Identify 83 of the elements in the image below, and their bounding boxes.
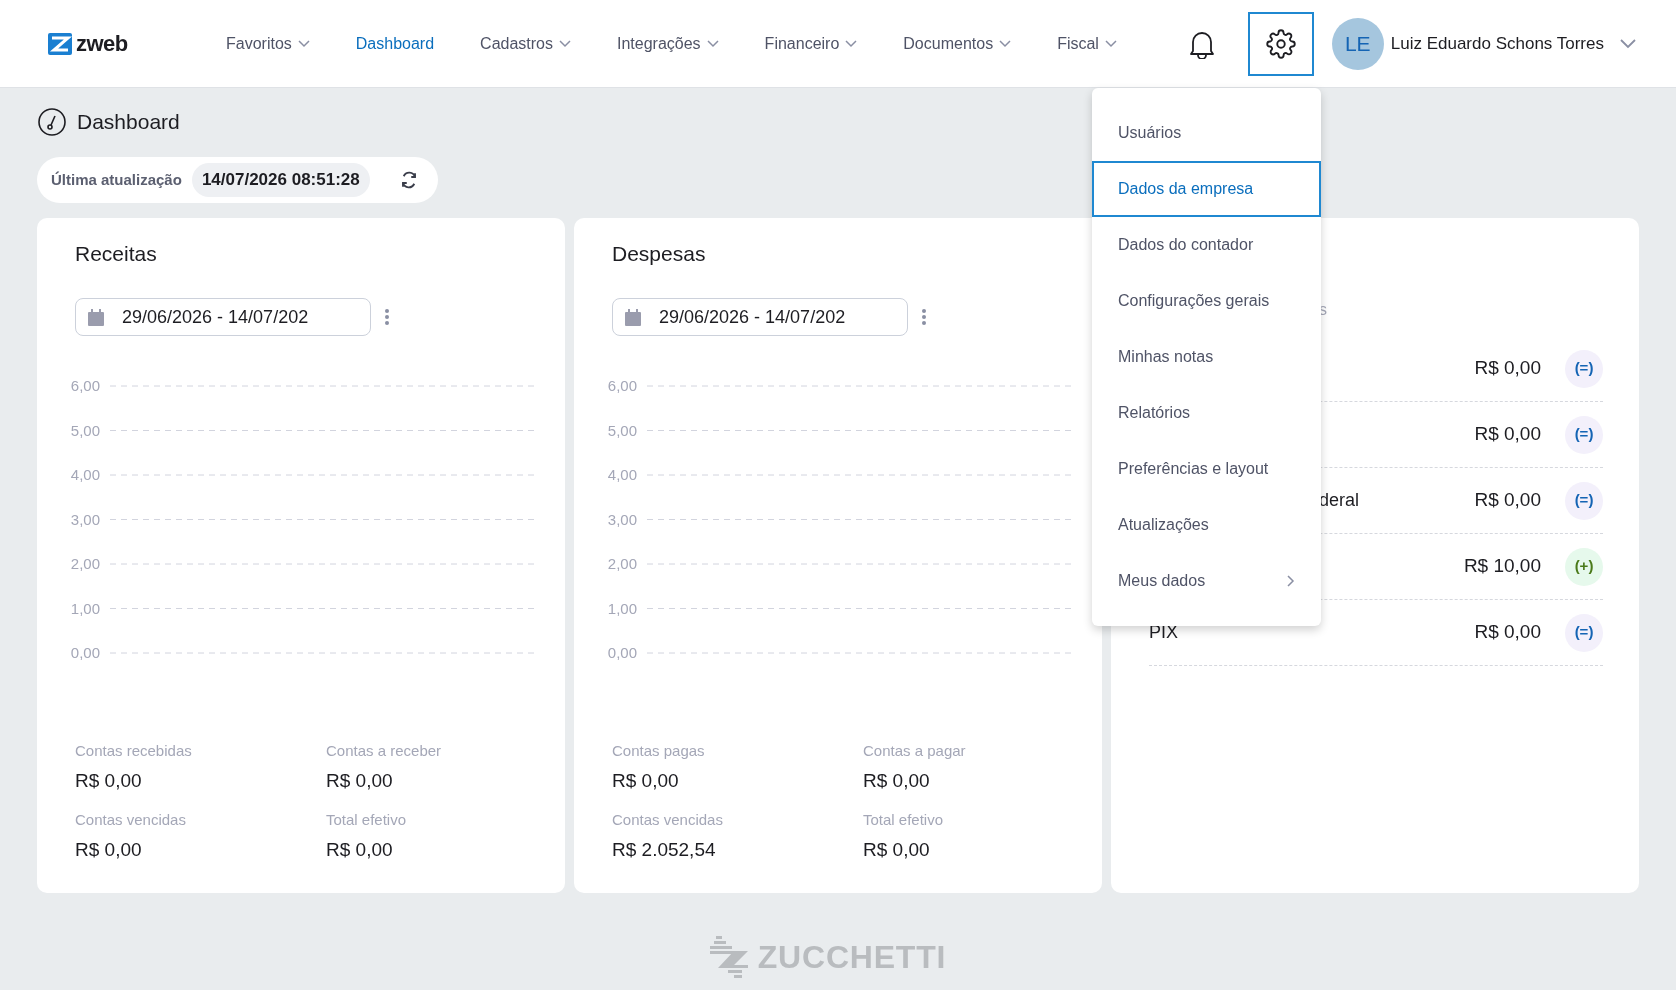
row-value: R$ 10,00	[1463, 554, 1541, 579]
chevron-down-icon	[559, 39, 571, 48]
refresh-icon[interactable]	[400, 171, 418, 189]
date-range-field[interactable]: 29/06/2026 - 14/07/202	[75, 298, 371, 336]
axis-tick-label: 3,00	[70, 510, 100, 528]
stat-value: R$ 0,00	[326, 768, 394, 793]
stat-label: Contas vencidas	[612, 810, 724, 830]
card-title: Receitas	[75, 241, 158, 267]
stat-value: R$ 0,00	[863, 837, 931, 862]
settings-button[interactable]	[1247, 11, 1314, 76]
status-badge: (+)	[1565, 547, 1603, 586]
row-label: deral	[1319, 490, 1360, 510]
stat-value: R$ 0,00	[75, 768, 143, 793]
row-value: R$ 0,00	[1474, 620, 1541, 645]
menu-item[interactable]: Atualizações	[1092, 497, 1321, 553]
nav-item[interactable]: Dashboard	[355, 31, 435, 56]
brand-name: zweb	[76, 30, 128, 58]
menu-item[interactable]: Configurações gerais	[1092, 273, 1321, 329]
stat-label: Contas pagas	[612, 741, 706, 761]
axis-tick-label: 2,00	[607, 555, 637, 572]
stat-label: Contas recebidas	[75, 741, 193, 761]
more-options-icon[interactable]	[385, 309, 389, 325]
menu-item[interactable]: Minhas notas	[1092, 329, 1321, 385]
stat-value: R$ 0,00	[75, 837, 143, 862]
axis-tick-label: 0,00	[70, 644, 100, 661]
more-options-icon[interactable]	[922, 309, 926, 325]
settings-icon	[1265, 28, 1296, 59]
chevron-down-icon[interactable]	[1620, 38, 1636, 49]
last-update-label: Última atualização	[51, 169, 182, 190]
axis-tick-label: 5,00	[607, 421, 637, 439]
stat-label: Contas a receber	[326, 741, 443, 761]
stat-value: R$ 0,00	[863, 768, 931, 793]
row-value: R$ 0,00	[1474, 422, 1541, 447]
nav-item[interactable]: Financeiro	[764, 31, 858, 56]
axis-tick-label: 4,00	[70, 466, 100, 483]
status-badge: (=)	[1565, 349, 1603, 388]
stat-label: Total efetivo	[863, 810, 945, 830]
axis-tick-label: 6,00	[607, 377, 637, 394]
chevron-down-icon	[706, 39, 719, 48]
chevron-down-icon	[999, 39, 1012, 48]
stat-value: R$ 2.052,54	[612, 837, 717, 862]
menu-item[interactable]: Preferências e layout	[1092, 441, 1321, 497]
stat-label: Contas vencidas	[75, 810, 187, 830]
calendar-icon	[88, 308, 104, 326]
stat-label: Total efetivo	[326, 810, 408, 830]
axis-tick-label: 1,00	[607, 599, 637, 617]
row-value: R$ 0,00	[1474, 488, 1541, 513]
stat-value: R$ 0,00	[612, 768, 680, 793]
nav-item[interactable]: Integrações	[617, 31, 719, 56]
chevron-down-icon	[297, 39, 310, 48]
row-value: R$ 0,00	[1474, 356, 1541, 381]
chevron-down-icon	[1104, 39, 1117, 48]
calendar-icon	[625, 308, 641, 326]
stat-label: Contas a pagar	[863, 741, 967, 761]
status-badge: (=)	[1565, 613, 1603, 652]
axis-tick-label: 0,00	[607, 644, 637, 661]
axis-tick-label: 1,00	[70, 599, 100, 617]
nav-item[interactable]: Documentos	[903, 31, 1012, 56]
last-update-value: 14/07/2026 08:51:28	[191, 163, 370, 197]
gauge-icon	[37, 107, 67, 137]
logo-icon	[48, 32, 72, 55]
status-badge: (=)	[1565, 481, 1603, 520]
date-range-field[interactable]: 29/06/2026 - 14/07/202	[612, 298, 908, 336]
axis-tick-label: 2,00	[70, 555, 100, 572]
stat-value: R$ 0,00	[326, 837, 394, 862]
card-title: Despesas	[612, 241, 707, 267]
menu-item[interactable]: Usuários	[1092, 105, 1321, 161]
nav-item[interactable]: Fiscal	[1057, 31, 1117, 56]
axis-tick-label: 6,00	[70, 377, 100, 394]
page-title: Dashboard	[77, 109, 180, 136]
menu-item[interactable]: Meus dados	[1092, 553, 1321, 609]
status-badge: (=)	[1565, 415, 1603, 454]
user-name[interactable]: Luiz Eduardo Schons Torres	[1390, 30, 1604, 57]
axis-tick-label: 5,00	[70, 421, 100, 439]
chevron-down-icon	[845, 39, 858, 48]
menu-item[interactable]: Relatórios	[1092, 385, 1321, 441]
axis-tick-label: 4,00	[607, 466, 637, 483]
axis-tick-label: 3,00	[607, 510, 637, 528]
menu-item[interactable]: Dados da empresa	[1092, 161, 1321, 217]
nav-item[interactable]: Cadastros	[480, 31, 571, 56]
chevron-right-icon	[1287, 575, 1295, 587]
menu-item[interactable]: Dados do contador	[1092, 217, 1321, 273]
nav-item[interactable]: Favoritos	[226, 31, 310, 56]
